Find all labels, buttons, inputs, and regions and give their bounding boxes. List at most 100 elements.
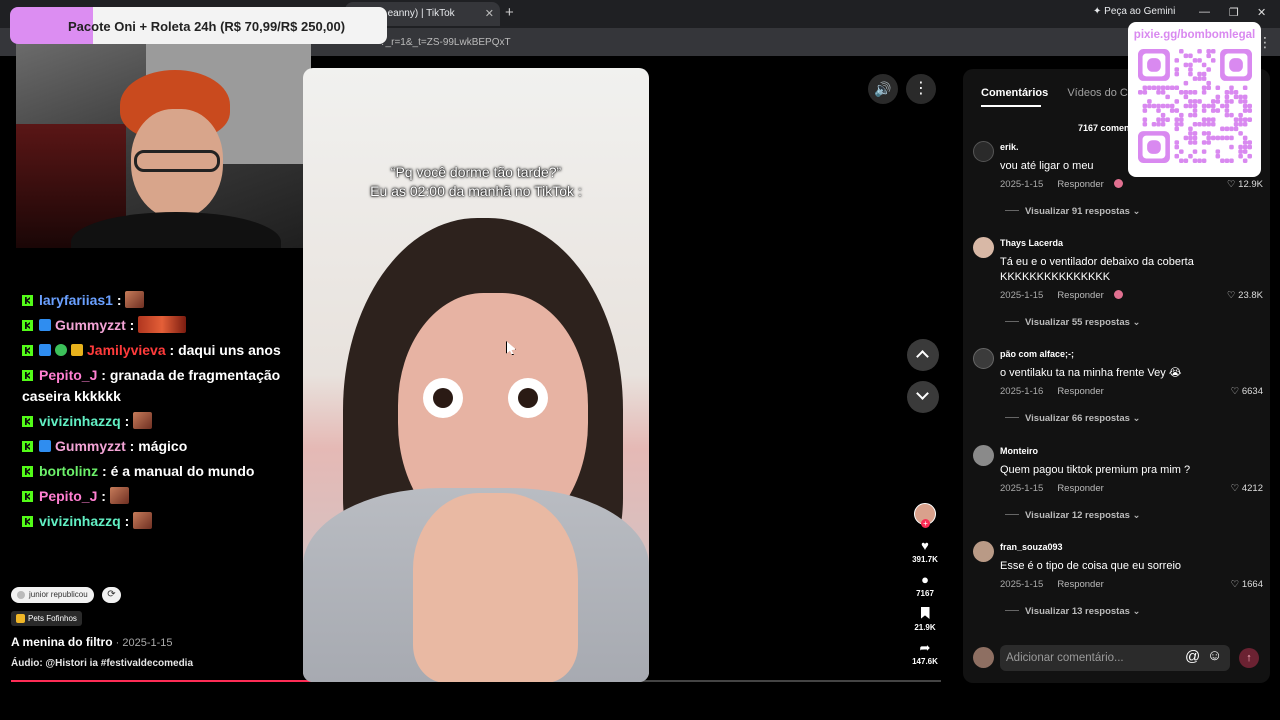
comment-like-button[interactable]: ♡ 12.9K [1227, 179, 1263, 190]
view-replies-label: Visualizar 66 respostas [1025, 413, 1130, 424]
kick-icon [22, 320, 33, 331]
creator-liked-icon [1113, 290, 1123, 299]
volume-icon[interactable]: 🔊 [868, 74, 898, 104]
comment-username[interactable]: Thays Lacerda [1000, 238, 1063, 248]
chat-message: vivizinhazzq : [22, 509, 318, 534]
comment-meta: 2025-1-15 Responder [1000, 579, 1104, 590]
comment-date: 2025-1-15 [1000, 290, 1044, 301]
comment-text: o ventilaku ta na minha frente Vey 😭 [1000, 367, 1182, 379]
chat-message: Gummyzzt : mágico [22, 434, 318, 459]
mention-icon[interactable]: @ [1185, 648, 1200, 665]
caption-line: Eu as 02:00 da manhã no TikTok : [370, 183, 582, 199]
comment-like-count: 12.9K [1238, 179, 1263, 190]
repost-pill[interactable]: junior republicou [11, 587, 94, 603]
video-eye [423, 378, 463, 418]
chat-message: Pepito_J : granada de fragmentação casei… [22, 367, 281, 404]
webcam-feed [16, 44, 311, 248]
view-replies-button[interactable]: Visualizar 66 respostas ⌄ [1005, 413, 1141, 424]
video-title-row: A menina do filtro · 2025-1-15 [11, 635, 173, 649]
comment-username[interactable]: erik. [1000, 142, 1019, 152]
audio-link[interactable]: Áudio: @Histori ia #festivaldecomedia [11, 658, 193, 669]
previous-video-button[interactable] [907, 339, 939, 371]
share-count: 147.6K [912, 657, 938, 666]
emote-icon [109, 487, 129, 504]
more-options-icon[interactable]: ⋮ [906, 74, 936, 104]
comment-date: 2025-1-15 [1000, 179, 1044, 190]
avatar[interactable] [973, 348, 994, 369]
comment-count: 7167 [916, 589, 934, 598]
comment-button[interactable]: ● 7167 [905, 572, 945, 599]
avatar[interactable] [973, 445, 994, 466]
view-replies-button[interactable]: Visualizar 91 respostas ⌄ [1005, 206, 1141, 217]
send-comment-button[interactable]: ↑ [1239, 648, 1259, 668]
chat-text: mágico [138, 438, 188, 454]
kick-icon [22, 466, 33, 477]
chat-username: Gummyzzt [55, 438, 126, 454]
comment-meta: 2025-1-15 Responder [1000, 290, 1123, 301]
comment-like-count: 23.8K [1238, 290, 1263, 301]
chevron-up-icon [916, 350, 929, 363]
minimize-icon[interactable]: — [1199, 6, 1210, 18]
comment-username[interactable]: Monteiro [1000, 446, 1038, 456]
chat-message: Jamilyvieva : daqui uns anos [22, 338, 318, 363]
comments-count: 7167 comen [1078, 123, 1130, 133]
subscriber-badge-icon [39, 344, 51, 356]
like-count: 391.7K [912, 555, 938, 564]
reply-button[interactable]: Responder [1057, 179, 1103, 190]
repost-icon[interactable]: ⟳ [102, 587, 121, 603]
comment-like-count: 6634 [1241, 386, 1263, 397]
action-column: ♥ 391.7K ● 7167 21.9K ➦ 147.6K [905, 503, 945, 666]
maximize-icon[interactable]: ❐ [1229, 6, 1239, 19]
comment-text: Esse é o tipo de coisa que eu sorreio [1000, 560, 1182, 572]
reply-button[interactable]: Responder [1057, 290, 1103, 301]
comment-like-button[interactable]: ♡ 4212 [1231, 483, 1263, 494]
url-text[interactable]: ?_r=1&_t=ZS-99LwkBEPQxT [380, 37, 511, 48]
next-video-button[interactable] [907, 381, 939, 413]
avatar[interactable] [973, 237, 994, 258]
caption-line: “Pq você dorme tão tarde?” [390, 164, 562, 180]
comment-meta: 2025-1-15 Responder [1000, 483, 1104, 494]
video-player[interactable]: “Pq você dorme tão tarde?” Eu as 02:00 d… [303, 68, 649, 682]
chat-message: bortolinz : é a manual do mundo [22, 459, 318, 484]
comment-like-button[interactable]: ♡ 6634 [1231, 386, 1263, 397]
emote-icon [125, 291, 145, 308]
reply-button[interactable]: Responder [1057, 386, 1103, 397]
avatar[interactable] [973, 541, 994, 562]
view-replies-button[interactable]: Visualizar 12 respostas ⌄ [1005, 510, 1141, 521]
video-title: A menina do filtro [11, 635, 113, 649]
chat-message: vivizinhazzq : [22, 409, 318, 434]
chat-username: laryfariias1 [39, 292, 113, 308]
avatar[interactable] [973, 141, 994, 162]
comment-icon: ● [921, 572, 929, 587]
emote-icon [138, 316, 187, 333]
save-button[interactable]: 21.9K [905, 607, 945, 632]
comment-input[interactable] [1006, 649, 1176, 667]
reply-button[interactable]: Responder [1057, 483, 1103, 494]
share-button[interactable]: ➦ 147.6K [905, 641, 945, 667]
view-replies-button[interactable]: Visualizar 13 respostas ⌄ [1005, 606, 1141, 617]
category-chip[interactable]: Pets Fofinhos [11, 611, 82, 626]
chat-username: Jamilyvieva [87, 342, 166, 358]
comment-username[interactable]: pão com alface;-; [1000, 349, 1074, 359]
comment-username[interactable]: fran_souza093 [1000, 542, 1063, 552]
crown-badge-icon [71, 344, 83, 356]
like-button[interactable]: ♥ 391.7K [905, 539, 945, 565]
new-tab-icon[interactable]: + [505, 4, 514, 21]
tab-comments[interactable]: Comentários [981, 87, 1048, 99]
comment-like-count: 4212 [1241, 483, 1263, 494]
close-tab-icon[interactable]: ✕ [485, 7, 494, 20]
bookmark-icon [920, 607, 930, 619]
kick-icon [22, 441, 33, 452]
creator-liked-icon [1113, 179, 1123, 188]
qr-label: pixie.gg/bombomlegal [1133, 29, 1256, 41]
view-replies-button[interactable]: Visualizar 55 respostas ⌄ [1005, 317, 1141, 328]
creator-avatar[interactable] [914, 503, 936, 528]
reply-button[interactable]: Responder [1057, 579, 1103, 590]
comment-text: Quem pagou tiktok premium pra mim ? [1000, 464, 1191, 476]
gemini-button[interactable]: ✦ Peça ao Gemini [1093, 6, 1175, 17]
emoji-icon[interactable]: ☺ [1207, 647, 1222, 664]
comment-like-button[interactable]: ♡ 23.8K [1227, 290, 1263, 301]
close-window-icon[interactable]: ✕ [1257, 6, 1266, 19]
comment-like-button[interactable]: ♡ 1664 [1231, 579, 1263, 590]
emote-icon [133, 512, 153, 529]
